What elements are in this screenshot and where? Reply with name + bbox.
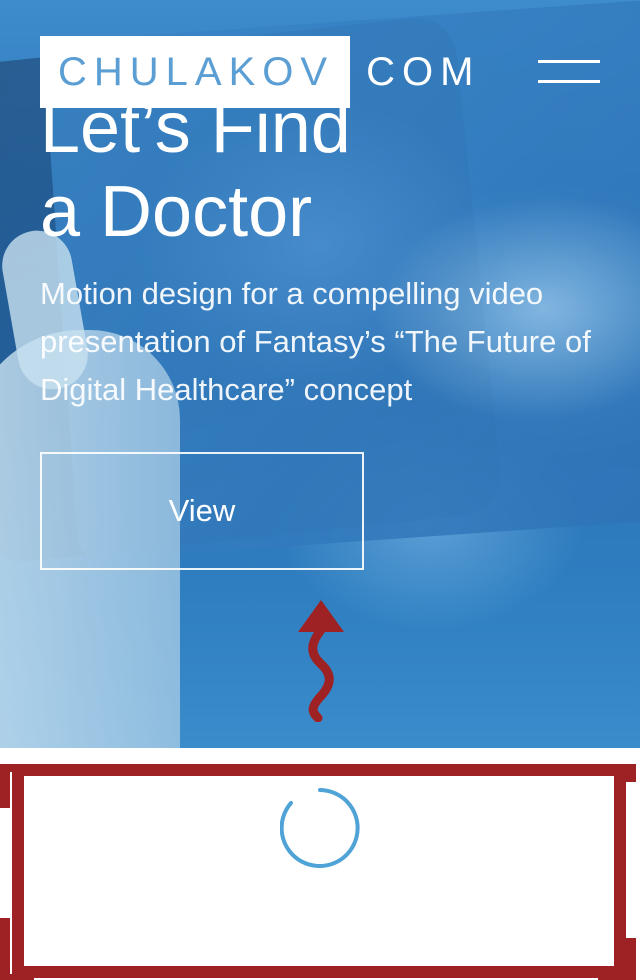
logo-box-text: CHULAKOV [40, 36, 351, 108]
wavy-up-arrow-icon[interactable] [296, 598, 346, 722]
hamburger-menu-icon[interactable] [538, 56, 600, 88]
site-logo[interactable]: CHULAKOV COM [40, 36, 480, 108]
view-button[interactable]: View [40, 452, 364, 570]
logo-rest-text: COM [366, 49, 481, 94]
menu-bar-top [538, 60, 600, 63]
menu-bar-bottom [538, 80, 600, 83]
loading-spinner-icon [280, 788, 360, 868]
hero-description: Motion design for a compelling video pre… [40, 276, 591, 407]
hero-title: Let’s Find a Doctor [40, 86, 560, 254]
hero-section: Let’s Find a Doctor Motion design for a … [0, 0, 640, 748]
hero-title-line-2: a Doctor [40, 172, 313, 252]
